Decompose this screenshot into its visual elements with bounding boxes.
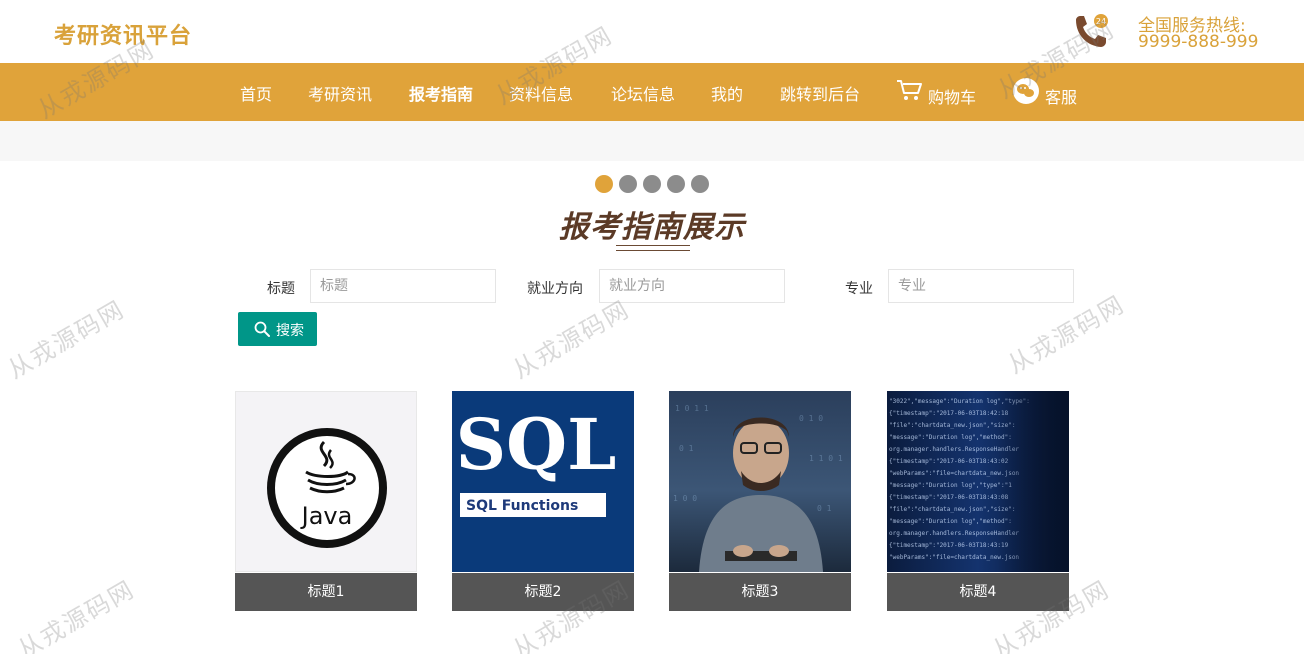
search-input-career[interactable]	[599, 269, 785, 303]
java-logo-image: Java	[235, 391, 417, 572]
guide-card-1[interactable]: Java 标题1	[235, 391, 417, 611]
guide-card-2[interactable]: SQL SQL Functions 标题2	[452, 391, 634, 611]
search-icon	[254, 321, 270, 337]
carousel-dot-1[interactable]	[595, 175, 613, 193]
search-label-title: 标题	[267, 281, 295, 297]
svg-text:1 0 0: 1 0 0	[673, 494, 697, 503]
java-logo-text: Java	[300, 502, 353, 530]
nav-item-admin[interactable]: 跳转到后台	[780, 81, 860, 105]
phone-icon: 24	[1076, 14, 1108, 47]
svg-text:1 0 1 1: 1 0 1 1	[675, 404, 709, 413]
carousel-dot-4[interactable]	[667, 175, 685, 193]
search-label-career: 就业方向	[527, 281, 583, 297]
svg-text:0 1 0: 0 1 0	[799, 414, 823, 423]
carousel-dot-3[interactable]	[643, 175, 661, 193]
guide-card-4[interactable]: "3022","message":"Duration log","type": …	[887, 391, 1069, 611]
card-caption[interactable]: 标题1	[235, 573, 417, 611]
main-navbar: 首页 考研资讯 报考指南 资料信息 论坛信息 我的 跳转到后台 购物车 客服	[0, 63, 1304, 121]
svg-text:"file":"chartdata_new.json","s: "file":"chartdata_new.json","size":	[889, 506, 1015, 513]
svg-text:"file":"chartdata_new.json","s: "file":"chartdata_new.json","size":	[889, 422, 1015, 429]
card-caption[interactable]: 标题4	[887, 573, 1069, 611]
sql-subtitle-text: SQL Functions	[466, 498, 578, 514]
search-label-major: 专业	[845, 281, 873, 297]
sql-title-text: SQL	[456, 403, 617, 486]
nav-item-home[interactable]: 首页	[240, 81, 272, 105]
svg-text:{"timestamp":"2017-06-03T18:42: {"timestamp":"2017-06-03T18:42:18	[889, 410, 1009, 417]
service-hotline: 24 全国服务热线: 9999-888-999	[1070, 10, 1270, 56]
nav-item-service[interactable]: 客服	[1045, 84, 1077, 108]
programmer-photo-image: 1 0 1 1 0 1 0 0 1 1 1 0 1 1 0 0 0 1	[669, 391, 851, 572]
nav-item-guide[interactable]: 报考指南	[409, 81, 473, 105]
svg-text:{"timestamp":"2017-06-03T18:43: {"timestamp":"2017-06-03T18:43:08	[889, 494, 1009, 501]
code-stream-image: "3022","message":"Duration log","type": …	[887, 391, 1069, 572]
nav-item-cart[interactable]: 购物车	[928, 84, 976, 108]
svg-text:0 1: 0 1	[679, 444, 694, 453]
nav-item-mine[interactable]: 我的	[711, 81, 743, 105]
card-caption[interactable]: 标题3	[669, 573, 851, 611]
section-title: 报考指南展示	[559, 210, 745, 245]
title-underline	[616, 245, 690, 251]
banner-strip	[0, 121, 1304, 161]
search-button-label: 搜索	[276, 323, 304, 339]
guide-card-3[interactable]: 1 0 1 1 0 1 0 0 1 1 1 0 1 1 0 0 0 1 标题3	[669, 391, 851, 611]
carousel-dot-5[interactable]	[691, 175, 709, 193]
carousel-dot-2[interactable]	[619, 175, 637, 193]
search-input-major[interactable]	[888, 269, 1074, 303]
svg-text:"message":"Duration log","meth: "message":"Duration log","method":	[889, 434, 1012, 441]
nav-item-news[interactable]: 考研资讯	[308, 81, 372, 105]
svg-text:{"timestamp":"2017-06-03T18:43: {"timestamp":"2017-06-03T18:43:02	[889, 458, 1009, 465]
nav-item-forum[interactable]: 论坛信息	[611, 81, 675, 105]
watermark: 从戎源码网	[12, 575, 140, 654]
svg-text:{"timestamp":"2017-06-03T18:43: {"timestamp":"2017-06-03T18:43:19	[889, 542, 1009, 549]
search-button[interactable]: 搜索	[238, 312, 317, 346]
top-header: 考研资讯平台 24 全国服务热线: 9999-888-999	[0, 0, 1304, 63]
watermark: 从戎源码网	[507, 295, 635, 385]
search-input-title[interactable]	[310, 269, 496, 303]
svg-text:"message":"Duration log","meth: "message":"Duration log","method":	[889, 518, 1012, 525]
site-logo-text[interactable]: 考研资讯平台	[54, 18, 192, 50]
svg-text:"message":"Duration log","type: "message":"Duration log","type":"1	[889, 482, 1012, 489]
svg-text:24: 24	[1096, 17, 1106, 26]
chat-icon[interactable]	[1012, 77, 1040, 105]
nav-item-materials[interactable]: 资料信息	[509, 81, 573, 105]
cart-icon[interactable]	[896, 78, 924, 102]
card-caption[interactable]: 标题2	[452, 573, 634, 611]
sql-functions-image: SQL SQL Functions	[452, 391, 634, 572]
hotline-number: 9999-888-999	[1138, 32, 1259, 52]
svg-text:0 1: 0 1	[817, 504, 832, 513]
watermark: 从戎源码网	[2, 295, 130, 385]
svg-text:1 1 0 1: 1 1 0 1	[809, 454, 843, 463]
